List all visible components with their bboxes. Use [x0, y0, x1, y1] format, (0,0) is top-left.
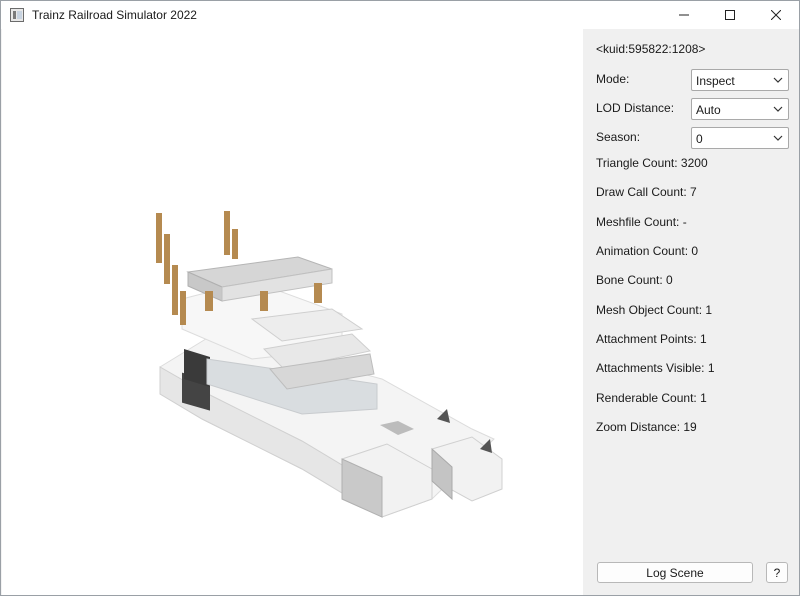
app-icon [10, 8, 24, 22]
mode-row: Mode: Inspect [596, 69, 789, 91]
minimize-icon [679, 14, 689, 16]
stat-attachments-visible: Attachments Visible: 1 [596, 361, 715, 375]
inspector-panel: <kuid:595822:1208> Mode: Inspect LOD Dis… [583, 29, 799, 595]
help-button[interactable]: ? [766, 562, 788, 583]
stat-meshfile-count: Meshfile Count: - [596, 215, 687, 229]
mode-label: Mode: [596, 72, 630, 86]
lod-distance-value: Auto [696, 103, 721, 117]
stat-triangle-count: Triangle Count: 3200 [596, 156, 708, 170]
stat-draw-call-count: Draw Call Count: 7 [596, 185, 697, 199]
chevron-down-icon [773, 106, 783, 112]
mode-select[interactable]: Inspect [691, 69, 789, 91]
minimize-button[interactable] [661, 1, 707, 29]
stat-zoom-distance: Zoom Distance: 19 [596, 420, 697, 434]
maximize-button[interactable] [707, 1, 753, 29]
stat-bone-count: Bone Count: 0 [596, 273, 673, 287]
lod-distance-row: LOD Distance: Auto [596, 98, 789, 120]
season-value: 0 [696, 132, 703, 146]
app-window: Trainz Railroad Simulator 2022 <kuid:595… [0, 0, 800, 596]
title-bar[interactable]: Trainz Railroad Simulator 2022 [1, 1, 799, 29]
close-button[interactable] [753, 1, 799, 29]
maximize-icon [725, 10, 735, 20]
window-title: Trainz Railroad Simulator 2022 [32, 8, 197, 22]
mode-value: Inspect [696, 74, 735, 88]
lod-distance-select[interactable]: Auto [691, 98, 789, 120]
chevron-down-icon [773, 77, 783, 83]
season-label: Season: [596, 130, 641, 144]
season-row: Season: 0 [596, 127, 789, 149]
boat-model-render [156, 211, 503, 518]
stat-renderable-count: Renderable Count: 1 [596, 391, 707, 405]
stat-animation-count: Animation Count: 0 [596, 244, 699, 258]
season-select[interactable]: 0 [691, 127, 789, 149]
log-scene-button[interactable]: Log Scene [597, 562, 753, 583]
lod-distance-label: LOD Distance: [596, 101, 675, 115]
window-controls [661, 1, 799, 29]
stat-mesh-object-count: Mesh Object Count: 1 [596, 303, 713, 317]
3d-viewport[interactable] [2, 29, 583, 595]
close-icon [771, 10, 781, 20]
stat-attachment-points: Attachment Points: 1 [596, 332, 707, 346]
asset-kuid: <kuid:595822:1208> [596, 42, 706, 56]
chevron-down-icon [773, 135, 783, 141]
